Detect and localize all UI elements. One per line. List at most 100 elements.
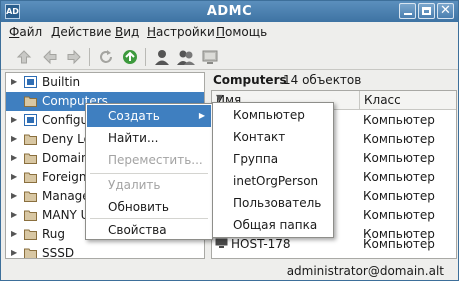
object-count: 14 объектов (283, 73, 362, 87)
minimize-button[interactable] (399, 3, 416, 19)
tree-item-label: Builtin (42, 75, 81, 89)
context-menu-label: Обновить (108, 200, 169, 214)
column-header-class[interactable]: Класс (360, 91, 456, 110)
menu-help[interactable]: Помощь (216, 25, 267, 39)
recycle-icon[interactable] (121, 48, 139, 66)
folder-icon (24, 96, 37, 107)
toolbar-separator (145, 48, 146, 66)
context-menu-create[interactable]: Создать ▶ (87, 105, 211, 127)
context-menu: Создать ▶ Найти... Переместить... Удалит… (85, 103, 213, 240)
menu-help-label: омощь (225, 25, 268, 39)
back-arrow-icon[interactable] (41, 48, 59, 66)
toolbar (1, 43, 458, 70)
context-menu-find[interactable]: Найти... (87, 127, 211, 149)
expand-arrow-icon[interactable]: ▶ (11, 77, 17, 86)
special-folder-icon (24, 114, 37, 126)
submenu-group[interactable]: Группа (214, 148, 332, 170)
cell-class: Компьютер (363, 208, 435, 222)
folder-icon (24, 153, 37, 164)
folder-icon (24, 172, 37, 183)
admc-window: AD ADMC ✕ Файл Действие Вид Настройки По… (0, 0, 459, 281)
context-menu-delete[interactable]: Удалить (87, 174, 211, 196)
expand-arrow-icon[interactable]: ▶ (11, 248, 17, 257)
menu-view-mnemonic: В (115, 25, 124, 39)
menu-action-mnemonic: Д (51, 25, 61, 39)
expand-arrow-icon[interactable]: ▶ (11, 229, 17, 238)
menu-action[interactable]: Действие (51, 25, 111, 39)
tree-item-label: Manage (42, 189, 90, 203)
cell-class: Компьютер (363, 151, 435, 165)
menu-settings-label: астройки (156, 25, 215, 39)
context-menu-properties[interactable]: Свойства (87, 219, 211, 241)
content-header: Computers 14 объектов (212, 72, 456, 90)
expand-arrow-icon[interactable]: ▶ (11, 172, 17, 181)
submenu-label: Общая папка (233, 218, 318, 232)
submenu-arrow-icon: ▶ (198, 111, 205, 120)
menu-settings[interactable]: Настройки (147, 25, 215, 39)
content-title: Computers (213, 73, 287, 87)
menu-file[interactable]: Файл (9, 25, 42, 39)
window-title: ADMC (206, 4, 253, 19)
cell-class: Компьютер (363, 189, 435, 203)
folder-icon (24, 191, 37, 202)
cell-class: Компьютер (363, 170, 435, 184)
expand-arrow-icon[interactable]: ▶ (11, 153, 17, 162)
context-menu-label: Создать (108, 109, 160, 123)
refresh-icon[interactable] (97, 48, 115, 66)
close-icon: ✕ (440, 3, 451, 18)
submenu-computer[interactable]: Компьютер (214, 104, 332, 126)
submenu-inetorgperson[interactable]: inetOrgPerson (214, 170, 332, 192)
status-bar: administrator@domain.alt (1, 261, 458, 280)
close-button[interactable]: ✕ (437, 3, 454, 19)
maximize-button[interactable] (418, 3, 435, 19)
expand-arrow-icon[interactable]: ▶ (11, 210, 17, 219)
tree-item-builtin[interactable]: ▶ Builtin (6, 73, 204, 92)
sort-down-icon: ▼ (216, 93, 223, 102)
create-submenu: Компьютер Контакт Группа inetOrgPerson П… (212, 102, 334, 238)
special-folder-icon (24, 76, 37, 88)
user-icon[interactable] (153, 48, 171, 66)
menu-view-label: ид (123, 25, 140, 39)
maximize-icon (422, 7, 431, 15)
submenu-contact[interactable]: Контакт (214, 126, 332, 148)
menu-settings-mnemonic: Н (147, 25, 157, 39)
minimize-icon (404, 13, 412, 15)
submenu-label: Пользователь (233, 196, 322, 210)
toolbar-separator (89, 48, 90, 66)
menu-help-mnemonic: П (216, 25, 226, 39)
menu-file-label: айл (19, 25, 43, 39)
expand-arrow-icon[interactable]: ▶ (11, 134, 17, 143)
submenu-label: Контакт (233, 130, 286, 144)
context-menu-refresh[interactable]: Обновить (87, 196, 211, 218)
folder-icon (24, 134, 37, 145)
context-menu-label: Свойства (108, 223, 167, 237)
column-header-class-label: Класс (364, 93, 401, 107)
context-menu-label: Найти... (108, 131, 159, 145)
folder-icon (24, 210, 37, 221)
submenu-label: Компьютер (233, 108, 305, 122)
submenu-user[interactable]: Пользователь (214, 192, 332, 214)
cell-name: HOST-178 (231, 237, 291, 251)
forward-arrow-icon[interactable] (65, 48, 83, 66)
tree-item-sssd[interactable]: ▶ SSSD (6, 244, 204, 259)
up-arrow-icon[interactable] (15, 48, 33, 66)
status-user: administrator@domain.alt (286, 264, 444, 278)
cell-class: Компьютер (363, 132, 435, 146)
tree-item-label: SSSD (42, 246, 75, 259)
submenu-shared-folder[interactable]: Общая папка (214, 214, 332, 236)
expand-arrow-icon[interactable]: ▶ (11, 191, 17, 200)
cell-class: Компьютер (363, 113, 435, 127)
users-icon[interactable] (177, 48, 195, 66)
expand-arrow-icon[interactable]: ▶ (11, 115, 17, 124)
tree-item-label: Rug (42, 227, 66, 241)
cell-class: Компьютер (363, 237, 435, 251)
tree-item-label: MANY U (42, 208, 90, 222)
menu-bar: Файл Действие Вид Настройки Помощь (1, 22, 458, 43)
context-menu-move[interactable]: Переместить... (87, 149, 211, 171)
folder-icon (24, 248, 37, 258)
menu-view[interactable]: Вид (115, 25, 139, 39)
context-menu-label: Удалить (108, 178, 161, 192)
submenu-label: Группа (233, 152, 279, 166)
title-bar[interactable]: AD ADMC ✕ (1, 1, 458, 22)
computer-icon[interactable] (201, 48, 219, 66)
